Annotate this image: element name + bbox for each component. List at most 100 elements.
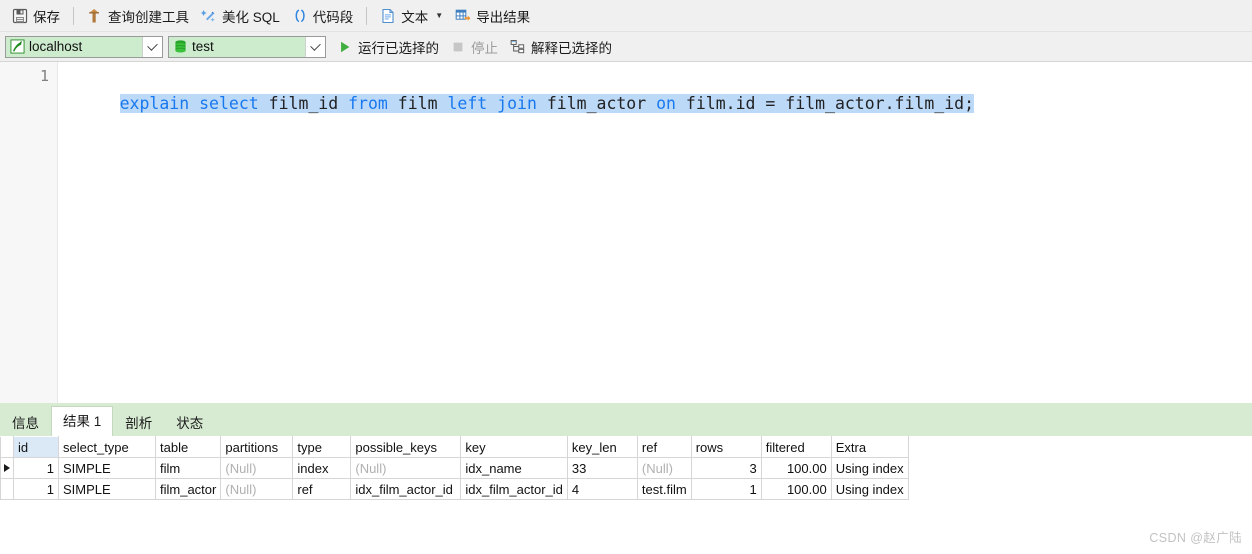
- explain-selected-button[interactable]: 解释已选择的: [504, 36, 618, 58]
- sql-token: from: [348, 94, 388, 113]
- result-tab-0[interactable]: 信息: [0, 410, 51, 436]
- cell-Extra[interactable]: Using index: [830, 457, 909, 479]
- cell-partitions[interactable]: (Null): [220, 478, 294, 500]
- sql-token: film.id = film_actor.film_id;: [676, 94, 975, 113]
- sql-token: film_id: [258, 94, 349, 113]
- sql-selected-text: explain select film_id from film left jo…: [119, 94, 975, 113]
- cell-ref[interactable]: (Null): [636, 457, 692, 479]
- database-icon: [173, 39, 188, 54]
- cell-ref[interactable]: test.film: [636, 478, 692, 500]
- result-grid[interactable]: id select_type table partitions type possible…: [0, 436, 909, 500]
- column-header-Extra[interactable]: Extra: [830, 436, 909, 458]
- sql-token: film_actor: [536, 94, 657, 113]
- cell-partitions[interactable]: (Null): [220, 457, 294, 479]
- column-header-select_type[interactable]: select_type: [58, 436, 156, 458]
- snippet-label: 代码段: [312, 9, 354, 25]
- table-row[interactable]: 1 SIMPLE film (Null) index (Null) idx_name 33 (N…: [0, 457, 909, 479]
- cell-possible_keys[interactable]: idx_film_actor_id: [350, 478, 462, 500]
- column-header-possible_keys[interactable]: possible_keys: [350, 436, 462, 458]
- database-select[interactable]: test: [168, 35, 326, 58]
- table-row[interactable]: 1 SIMPLE film_actor (Null) ref idx_film_actor…: [0, 478, 909, 500]
- text-button[interactable]: 文本 ▼: [374, 4, 449, 28]
- column-header-key[interactable]: key: [460, 436, 568, 458]
- beautify-sql-button[interactable]: 美化 SQL: [195, 4, 286, 28]
- column-header-partitions[interactable]: partitions: [220, 436, 294, 458]
- result-tab-3[interactable]: 状态: [164, 410, 215, 436]
- run-selected-button[interactable]: 运行已选择的: [332, 36, 445, 58]
- chevron-down-icon: [310, 39, 321, 51]
- cell-key_len[interactable]: 4: [566, 478, 638, 500]
- sql-code-line[interactable]: explain select film_id from film left jo…: [60, 66, 975, 141]
- cell-select_type[interactable]: SIMPLE: [58, 478, 156, 500]
- query-builder-button[interactable]: 查询创建工具: [81, 4, 195, 28]
- explain-selected-label: 解释已选择的: [531, 40, 612, 56]
- editor-gutter: 1: [0, 62, 58, 403]
- cell-rows[interactable]: 3: [690, 457, 762, 479]
- column-header-ref[interactable]: ref: [636, 436, 692, 458]
- result-grid-container[interactable]: id select_type table partitions type possible…: [0, 436, 1252, 554]
- chevron-down-icon: [147, 39, 158, 51]
- connection-icon: [10, 39, 25, 54]
- cell-type[interactable]: index: [292, 457, 352, 479]
- sql-token: join: [497, 94, 537, 113]
- column-header-rows[interactable]: rows: [690, 436, 762, 458]
- sql-token: select: [199, 94, 259, 113]
- column-header-table[interactable]: table: [154, 436, 222, 458]
- toolbar-separator-1: [73, 6, 74, 25]
- cell-Extra[interactable]: Using index: [830, 478, 909, 500]
- stop-button[interactable]: 停止: [445, 36, 504, 58]
- sql-token: on: [656, 94, 676, 113]
- explain-icon: [510, 39, 525, 54]
- sql-editor-area[interactable]: 1 explain select film_id from film left …: [0, 62, 1252, 403]
- result-tab-2[interactable]: 剖析: [113, 410, 164, 436]
- cell-id[interactable]: 1: [13, 457, 59, 479]
- stop-label: 停止: [471, 40, 498, 56]
- export-result-label: 导出结果: [476, 9, 531, 25]
- sql-editor-window: 保存 查询创建工具 美化 SQL 代码段 文本 ▼ 导出结果 localhost…: [0, 0, 1252, 554]
- column-header-key_len[interactable]: key_len: [566, 436, 638, 458]
- cell-key_len[interactable]: 33: [566, 457, 638, 479]
- cell-key[interactable]: idx_film_actor_id: [460, 478, 568, 500]
- query-builder-icon: [87, 8, 103, 24]
- cell-select_type[interactable]: SIMPLE: [58, 457, 156, 479]
- save-button[interactable]: 保存: [6, 4, 66, 28]
- cell-table[interactable]: film: [154, 457, 222, 479]
- host-select[interactable]: localhost: [5, 35, 163, 58]
- cell-possible_keys[interactable]: (Null): [350, 457, 462, 479]
- result-tabbar: 信息 结果 1 剖析 状态: [0, 403, 1252, 437]
- line-number: 1: [39, 67, 49, 85]
- cell-filtered[interactable]: 100.00: [760, 478, 832, 500]
- magic-wand-icon: [201, 8, 217, 24]
- sql-token: film: [387, 94, 448, 113]
- cell-filtered[interactable]: 100.00: [760, 457, 832, 479]
- chevron-down-icon[interactable]: ▼: [435, 11, 443, 20]
- export-grid-icon: [455, 8, 471, 24]
- cell-key[interactable]: idx_name: [460, 457, 568, 479]
- connection-toolbar: localhost test 运行已选择的 停止 解释已选择的: [0, 32, 1252, 62]
- result-panel: 信息 结果 1 剖析 状态 id select_type table partitions t…: [0, 403, 1252, 554]
- column-header-filtered[interactable]: filtered: [760, 436, 832, 458]
- column-header-id[interactable]: id: [13, 436, 59, 458]
- run-selected-label: 运行已选择的: [358, 40, 439, 56]
- cell-rows[interactable]: 1: [690, 478, 762, 500]
- toolbar-separator-2: [366, 6, 368, 25]
- main-toolbar: 保存 查询创建工具 美化 SQL 代码段 文本 ▼ 导出结果: [0, 0, 1252, 32]
- save-button-label: 保存: [33, 9, 60, 25]
- database-select-dropdown[interactable]: [305, 36, 325, 57]
- cell-table[interactable]: film_actor: [154, 478, 222, 500]
- current-row-arrow-icon: [4, 464, 10, 472]
- cell-id[interactable]: 1: [13, 478, 59, 500]
- sql-token: left: [447, 94, 488, 113]
- result-tab-1[interactable]: 结果 1: [51, 406, 114, 437]
- host-select-dropdown[interactable]: [142, 36, 162, 57]
- export-result-button[interactable]: 导出结果: [449, 4, 536, 28]
- snippet-button[interactable]: 代码段: [286, 4, 360, 28]
- row-marker[interactable]: [0, 457, 14, 479]
- cell-type[interactable]: ref: [292, 478, 352, 500]
- beautify-sql-label: 美化 SQL: [222, 9, 280, 25]
- parentheses-icon: [292, 8, 308, 24]
- row-marker[interactable]: [0, 478, 14, 500]
- column-header-type[interactable]: type: [292, 436, 352, 458]
